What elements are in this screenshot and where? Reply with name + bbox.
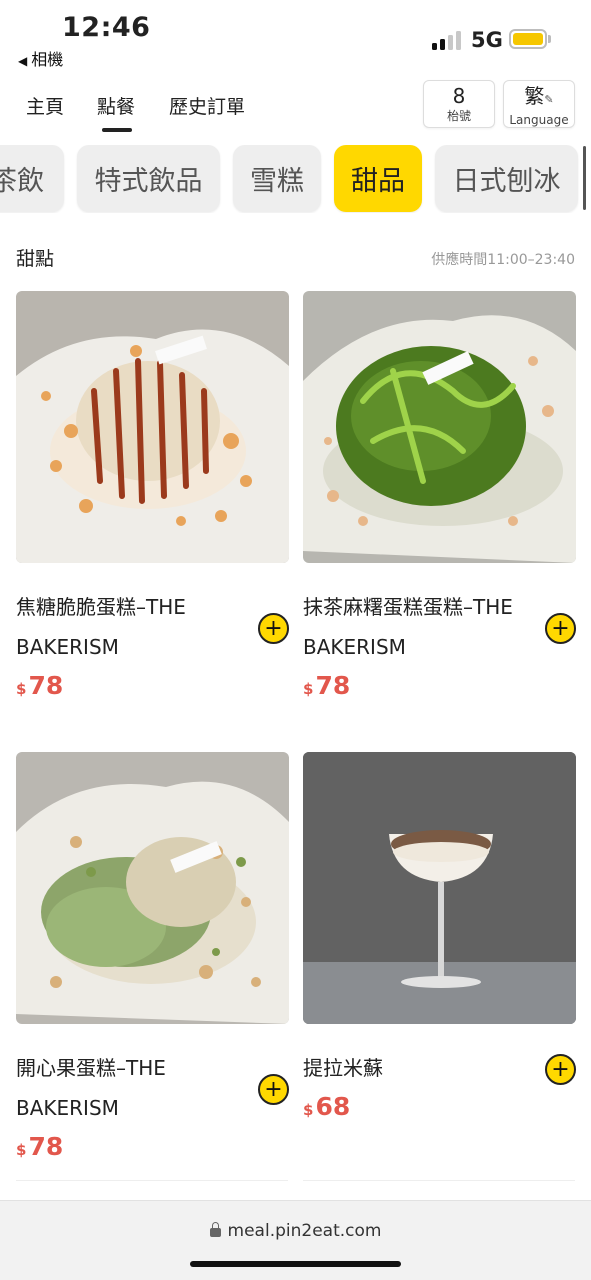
url-text: meal.pin2eat.com <box>227 1221 382 1241</box>
pistachio-cake-photo[interactable] <box>16 752 289 1024</box>
product-price: $78 <box>303 671 350 700</box>
tab-home[interactable]: 主頁 <box>26 92 64 119</box>
active-tab-indicator <box>102 128 132 132</box>
product-card[interactable]: 提拉米蘇 + $68 <box>303 752 576 1172</box>
table-number-chip[interactable]: 8 枱號 <box>423 80 495 128</box>
add-to-cart-button[interactable]: + <box>258 1074 289 1105</box>
browser-url-bar[interactable]: meal.pin2eat.com <box>0 1200 591 1280</box>
add-to-cart-button[interactable]: + <box>545 613 576 644</box>
currency-symbol: $ <box>16 1141 27 1159</box>
table-label: 枱號 <box>446 109 471 123</box>
price-value: 68 <box>315 1092 351 1121</box>
product-card[interactable]: 抹茶麻糬蛋糕蛋糕–THE BAKERISM + $78 <box>303 291 576 711</box>
product-price: $68 <box>303 1092 350 1121</box>
currency-symbol: $ <box>303 1101 314 1119</box>
divider <box>16 1180 288 1181</box>
product-price: $78 <box>16 1132 63 1161</box>
back-app-label: 相機 <box>31 50 64 69</box>
product-name: 焦糖脆脆蛋糕–THE BAKERISM <box>16 595 186 659</box>
category-ice-cream[interactable]: 雪糕 <box>233 145 321 212</box>
lock-icon <box>209 1222 221 1237</box>
category-scroller[interactable]: 茶飲 特式飲品 雪糕 甜品 日式刨冰 <box>0 145 591 213</box>
back-arrow-icon: ◀ <box>18 54 28 68</box>
price-value: 78 <box>28 671 64 700</box>
status-time: 12:46 <box>62 12 151 43</box>
category-special-drinks[interactable]: 特式飲品 <box>77 145 220 212</box>
category-tea[interactable]: 茶飲 <box>0 145 64 212</box>
service-hours: 供應時間11:00–23:40 <box>431 252 575 268</box>
product-price: $78 <box>16 671 63 700</box>
caramel-crunch-cake-photo[interactable] <box>16 291 289 563</box>
tab-order-history[interactable]: 歷史訂單 <box>169 92 245 119</box>
price-value: 78 <box>315 671 351 700</box>
network-type: 5G <box>471 28 503 52</box>
status-bar: 12:46 ◀ 相機 5G <box>0 0 591 78</box>
back-to-app-link[interactable]: ◀ 相機 <box>18 46 63 70</box>
matcha-mochi-cake-photo[interactable] <box>303 291 576 563</box>
language-button[interactable]: 繁✎ Language <box>503 80 575 128</box>
price-value: 78 <box>28 1132 64 1161</box>
home-indicator[interactable] <box>190 1261 401 1267</box>
product-card[interactable]: 開心果蛋糕–THE BAKERISM + $78 <box>16 752 289 1172</box>
tiramisu-glass-photo[interactable] <box>303 752 576 1024</box>
tab-order[interactable]: 點餐 <box>97 92 135 119</box>
add-to-cart-button[interactable]: + <box>545 1054 576 1085</box>
product-name: 提拉米蘇 <box>303 1056 383 1080</box>
product-name: 抹茶麻糬蛋糕蛋糕–THE BAKERISM <box>303 595 513 659</box>
currency-symbol: $ <box>303 680 314 698</box>
category-dessert[interactable]: 甜品 <box>334 145 422 212</box>
top-nav: 主頁 點餐 歷史訂單 8 枱號 繁✎ Language <box>0 78 591 134</box>
scrollbar[interactable] <box>583 146 586 210</box>
pencil-icon: ✎ <box>544 93 554 106</box>
language-label: Language <box>509 113 569 127</box>
table-number: 8 <box>452 84 466 108</box>
battery-tip <box>548 35 551 43</box>
language-char: 繁 <box>524 84 545 108</box>
product-card[interactable]: 焦糖脆脆蛋糕–THE BAKERISM + $78 <box>16 291 289 711</box>
category-shaved-ice[interactable]: 日式刨冰 <box>435 145 578 212</box>
currency-symbol: $ <box>16 680 27 698</box>
battery-icon <box>509 29 547 49</box>
signal-icon <box>432 30 464 50</box>
section-title: 甜點 <box>16 248 55 270</box>
add-to-cart-button[interactable]: + <box>258 613 289 644</box>
divider <box>303 1180 575 1181</box>
product-name: 開心果蛋糕–THE BAKERISM <box>16 1056 166 1120</box>
